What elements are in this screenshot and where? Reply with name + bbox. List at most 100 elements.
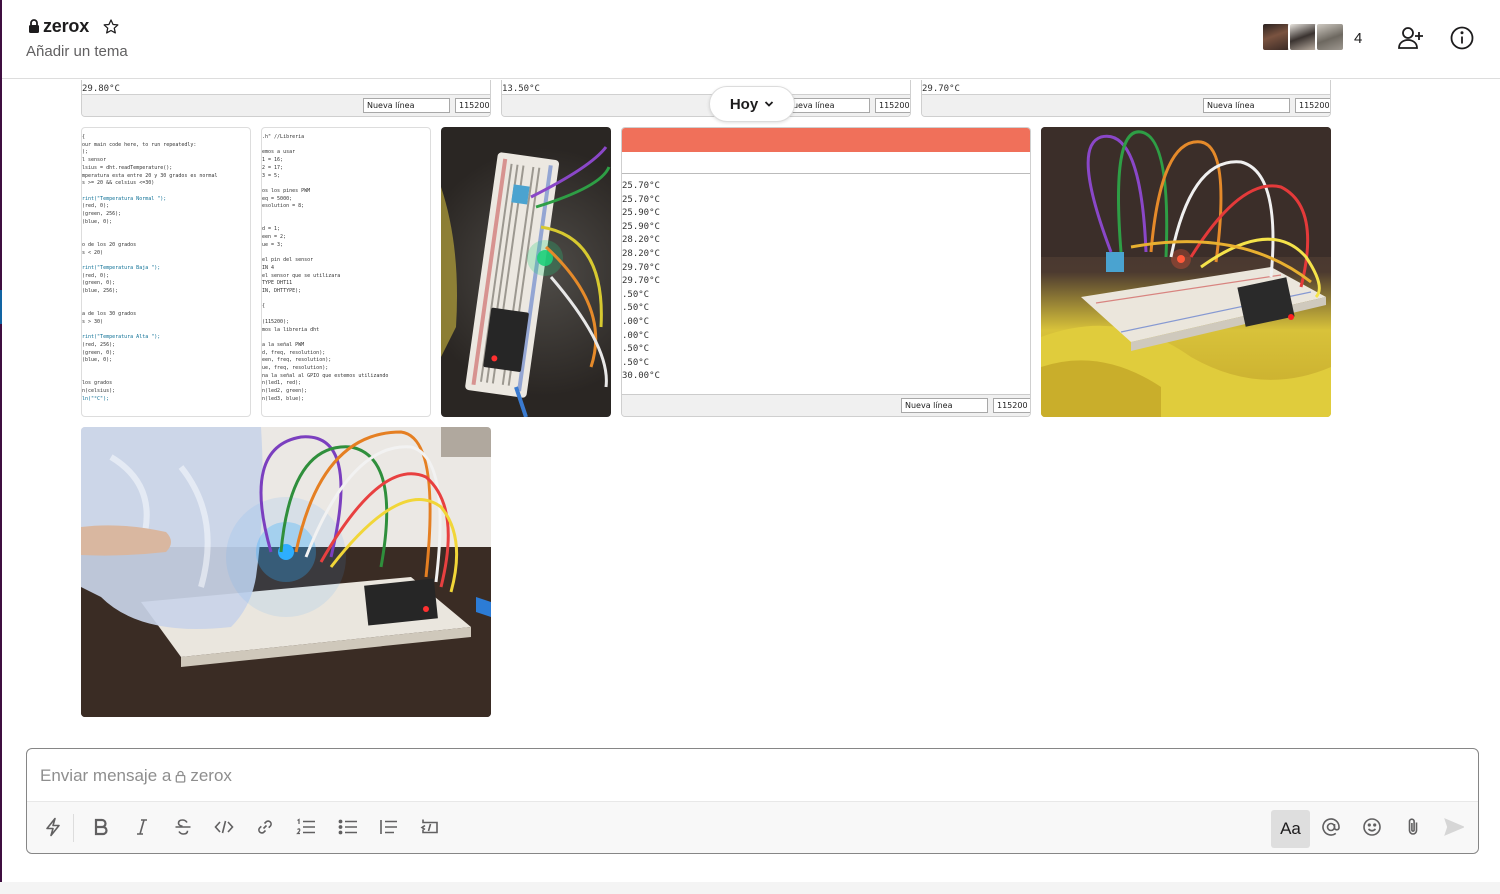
shortcuts-icon: [46, 817, 60, 837]
code-line: eq = 5000;: [262, 195, 293, 202]
ordered-list-icon: [296, 818, 315, 835]
code-line: (green, 0);: [82, 280, 116, 287]
image-attachment[interactable]: [1041, 127, 1331, 417]
code-line: our main code here, to run repeatedly:: [82, 141, 197, 148]
code-line: (blue, 256);: [82, 288, 119, 294]
mention-button[interactable]: [1316, 812, 1346, 842]
code-line: een = 2;: [262, 234, 287, 241]
emoji-button[interactable]: [1357, 812, 1387, 842]
image-attachment[interactable]: 13.50°C Nueva línea 115200 b: [501, 80, 911, 117]
breadboard-photo: [441, 146, 611, 417]
code-line: rint("Temperatura Baja ");: [82, 264, 161, 271]
serial-reading: 13.50°C: [502, 84, 540, 94]
code-line: {: [262, 303, 266, 310]
code-line: mperatura esta entre 20 y 30 grados es n…: [82, 172, 218, 179]
strikethrough-icon: [175, 819, 191, 835]
image-attachment[interactable]: 25.70°C 25.70°C 25.90°C 25.90°C 28.20°C 28.20…: [621, 127, 1031, 417]
baud-select: 115200 b: [875, 98, 910, 113]
code-line: 1 = 16;: [262, 157, 284, 164]
formatting-toggle-button[interactable]: Aa: [1271, 810, 1310, 848]
attach-button[interactable]: [1398, 812, 1428, 842]
code-line: .h" //Libreria: [262, 134, 305, 140]
image-attachment[interactable]: {our main code here, to run repeatedly:)…: [81, 127, 251, 417]
serial-reading-line: 25.90°C: [622, 221, 660, 232]
link-icon: [258, 820, 272, 834]
code-line: 2 = 17;: [262, 164, 284, 171]
channel-details-button[interactable]: [1446, 22, 1478, 54]
image-attachment[interactable]: 29.70°C Nueva línea 115200 b: [921, 80, 1331, 117]
code-line: rint("Temperatura Alta ");: [82, 334, 161, 341]
shortcuts-button[interactable]: [38, 812, 68, 842]
placeholder-channel: zerox: [190, 766, 232, 785]
lock-icon: [175, 770, 186, 783]
code-line: el sensor que se utilizara: [262, 272, 341, 279]
strikethrough-button[interactable]: [168, 812, 198, 842]
workspace-edge: [0, 0, 2, 894]
serial-reading-line: .50°C: [622, 289, 650, 300]
code-line: d = 1;: [262, 226, 281, 233]
add-member-button[interactable]: [1395, 22, 1427, 54]
image-attachment[interactable]: [81, 427, 491, 717]
send-button[interactable]: [1439, 812, 1469, 842]
attach-icon: [1408, 818, 1418, 835]
add-member-icon: [1398, 27, 1423, 49]
serial-reading-line: 29.70°C: [622, 262, 660, 273]
blockquote-button[interactable]: [374, 812, 404, 842]
code-line: d, freq, resolution);: [262, 349, 326, 356]
code-line: n(led2, green);: [262, 388, 308, 395]
code-line: (red, 0);: [82, 272, 110, 279]
breadboard-photo: [1041, 127, 1331, 417]
ordered-list-button[interactable]: [291, 812, 321, 842]
image-attachment[interactable]: .h" //Libreria emos a usar 1 = 16; 2 = 17; 3…: [261, 127, 431, 417]
code-button[interactable]: [209, 812, 239, 842]
add-topic-link[interactable]: Añadir un tema: [26, 43, 128, 60]
image-attachment[interactable]: 29.80°C Nueva línea 115200 b: [81, 80, 491, 117]
member-avatars[interactable]: [1261, 22, 1345, 52]
send-icon: [1444, 818, 1464, 836]
channel-header: zerox Añadir un tema 4: [2, 0, 1500, 79]
formatting-toolbar: Aa: [27, 801, 1478, 853]
code-line: (red, 256);: [82, 341, 116, 348]
bulleted-list-button[interactable]: [333, 812, 363, 842]
code-line: s < 20): [82, 249, 104, 256]
serial-reading-line: .50°C: [622, 357, 650, 368]
date-divider-label: Hoy: [729, 95, 759, 113]
image-attachment[interactable]: [441, 127, 611, 417]
code-block-button[interactable]: [415, 812, 445, 842]
channel-name-button[interactable]: zerox: [28, 16, 120, 37]
code-block-icon: [420, 819, 438, 834]
code-line: o de los 20 grados: [82, 241, 137, 248]
star-icon[interactable]: [102, 18, 120, 36]
serial-reading-line: 25.90°C: [622, 208, 660, 219]
code-line: a de los 30 grados: [82, 311, 137, 318]
serial-header: [622, 128, 1030, 152]
serial-toolbar: Nueva línea 115200 b: [922, 94, 1330, 116]
bulleted-list-icon: [338, 819, 357, 835]
code-line: IN, DHTTYPE);: [262, 288, 302, 294]
serial-reading-line: 28.20°C: [622, 248, 660, 259]
italic-button[interactable]: [127, 812, 157, 842]
serial-reading-line: 28.20°C: [622, 235, 660, 246]
baud-select: 115200 b: [1295, 98, 1330, 113]
code-line: s > 30): [82, 318, 104, 325]
bold-button[interactable]: [86, 812, 116, 842]
code-line: IN 4: [262, 264, 275, 271]
code-line: );: [82, 149, 89, 156]
member-count[interactable]: 4: [1354, 30, 1362, 47]
breadboard-photo: [81, 427, 491, 717]
date-divider-button[interactable]: Hoy: [709, 86, 795, 122]
bold-icon: [94, 818, 108, 836]
serial-reading: 29.70°C: [922, 84, 960, 94]
placeholder-prefix: Enviar mensaje a: [40, 766, 172, 785]
serial-output: 25.70°C 25.70°C 25.90°C 25.90°C 28.20°C 28.20…: [622, 180, 660, 384]
code-line: mos la libreria dht: [262, 326, 320, 333]
code-line: (blue, 0);: [82, 218, 113, 225]
code-icon: [214, 820, 234, 834]
mention-icon: [1322, 818, 1340, 836]
baud-select: 115200 b: [993, 398, 1030, 413]
link-button[interactable]: [250, 812, 280, 842]
channel-title: zerox: [43, 16, 90, 36]
line-ending-select: Nueva línea: [901, 398, 988, 413]
code-line: (blue, 0);: [82, 357, 113, 364]
message-input[interactable]: Enviar mensaje a zerox: [40, 766, 232, 786]
